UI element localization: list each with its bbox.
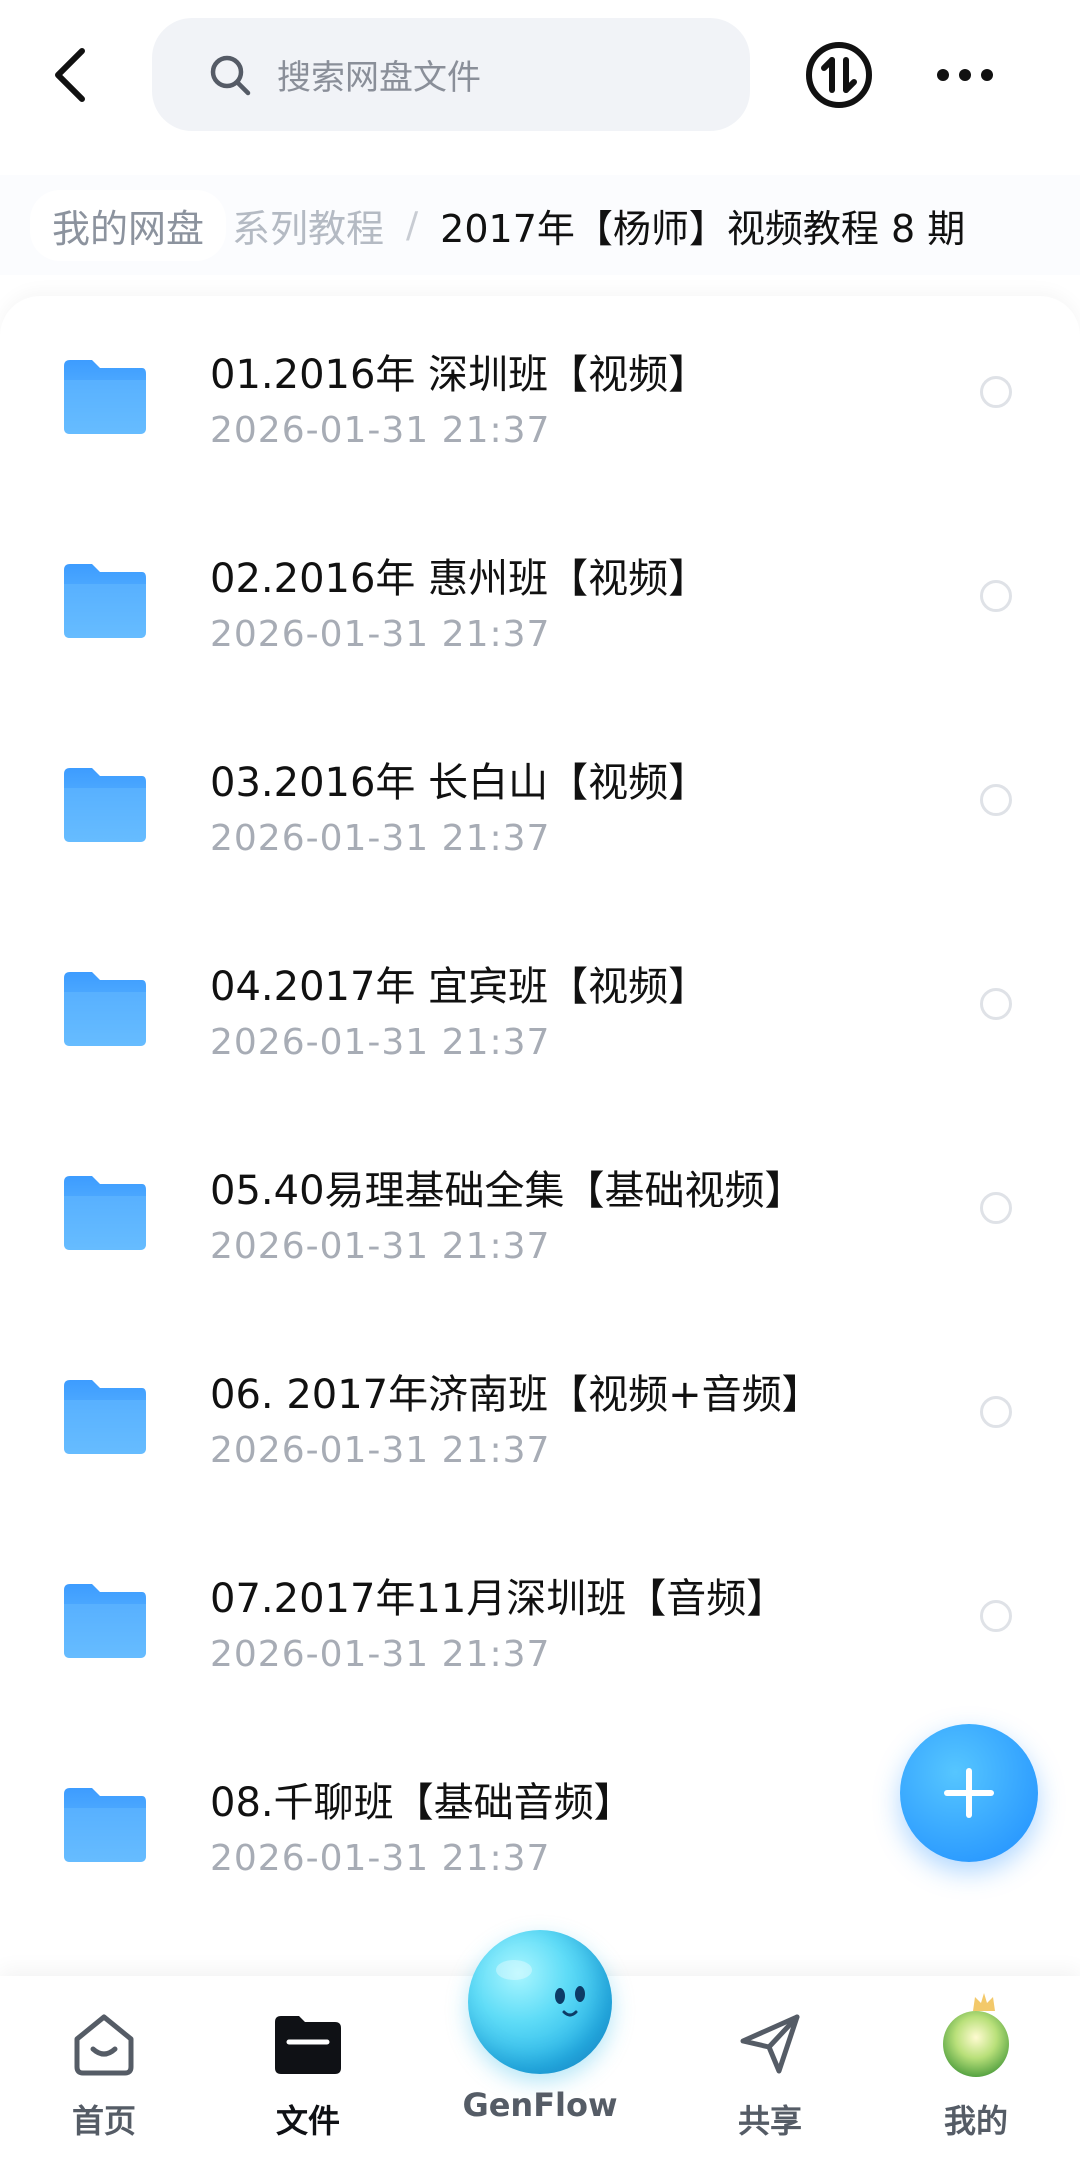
file-date: 2026-01-31 21:37 — [210, 614, 551, 655]
genflow-mascot-icon — [496, 1960, 585, 2017]
list-item[interactable]: 04.2017年 宜宾班【视频】 2026-01-31 21:37 — [0, 908, 1080, 1112]
file-name: 08.千聊班【基础音频】 — [210, 1780, 634, 1826]
folder-icon — [64, 564, 146, 638]
select-checkbox[interactable] — [980, 1600, 1012, 1632]
search-placeholder: 搜索网盘文件 — [277, 58, 481, 98]
chevron-left-icon — [55, 48, 85, 102]
file-name: 02.2016年 惠州班【视频】 — [210, 556, 709, 602]
more-button[interactable] — [920, 36, 1010, 114]
file-name: 06. 2017年济南班【视频+音频】 — [210, 1372, 822, 1418]
more-icon — [937, 69, 993, 81]
nav-genflow-label: GenFlow — [462, 2086, 618, 2124]
file-date: 2026-01-31 21:37 — [210, 410, 551, 451]
folder-icon — [64, 1380, 146, 1454]
nav-files-label: 文件 — [275, 2102, 340, 2140]
file-date: 2026-01-31 21:37 — [210, 1634, 551, 1675]
file-date: 2026-01-31 21:37 — [210, 1838, 551, 1879]
plus-icon — [944, 1768, 994, 1818]
file-name: 01.2016年 深圳班【视频】 — [210, 352, 709, 398]
folder-nav-icon — [275, 2016, 341, 2074]
transfer-button[interactable] — [800, 36, 878, 114]
folder-icon — [64, 1788, 146, 1862]
list-item[interactable]: 03.2016年 长白山【视频】 2026-01-31 21:37 — [0, 704, 1080, 908]
file-date: 2026-01-31 21:37 — [210, 1430, 551, 1471]
transfer-icon — [806, 42, 872, 108]
breadcrumb-root[interactable]: 我的网盘 — [30, 189, 227, 261]
file-date: 2026-01-31 21:37 — [210, 1226, 551, 1267]
select-checkbox[interactable] — [980, 1192, 1012, 1224]
breadcrumb-separator: / — [406, 204, 419, 246]
search-input[interactable]: 搜索网盘文件 — [152, 18, 750, 131]
nav-home-label: 首页 — [71, 2102, 136, 2140]
search-icon — [210, 55, 251, 95]
nav-share[interactable]: 共享 — [690, 2006, 850, 2146]
select-checkbox[interactable] — [980, 784, 1012, 816]
add-button[interactable] — [900, 1724, 1038, 1862]
crown-icon — [973, 1993, 995, 2011]
file-list: 01.2016年 深圳班【视频】 2026-01-31 21:37 02.201… — [0, 296, 1080, 1976]
folder-icon — [64, 360, 146, 434]
home-icon — [74, 2014, 134, 2076]
file-name: 07.2017年11月深圳班【音频】 — [210, 1576, 787, 1622]
folder-icon — [64, 1584, 146, 1658]
select-checkbox[interactable] — [980, 376, 1012, 408]
list-item[interactable]: 05.40易理基础全集【基础视频】 2026-01-31 21:37 — [0, 1112, 1080, 1316]
back-button[interactable] — [30, 30, 110, 120]
nav-mine-label: 我的 — [943, 2102, 1008, 2140]
breadcrumb: 我的网盘 系列教程 / 2017年【杨师】视频教程 8 期 — [0, 175, 1080, 275]
select-checkbox[interactable] — [980, 988, 1012, 1020]
folder-icon — [64, 1176, 146, 1250]
file-date: 2026-01-31 21:37 — [210, 1022, 551, 1063]
select-checkbox[interactable] — [980, 1396, 1012, 1428]
folder-icon — [64, 768, 146, 842]
send-icon — [740, 2014, 800, 2074]
nav-files[interactable]: 文件 — [228, 2006, 388, 2146]
list-item[interactable]: 06. 2017年济南班【视频+音频】 2026-01-31 21:37 — [0, 1316, 1080, 1520]
breadcrumb-parent[interactable]: 系列教程 — [232, 198, 384, 253]
nav-home[interactable]: 首页 — [24, 2006, 184, 2146]
file-name: 04.2017年 宜宾班【视频】 — [210, 964, 709, 1010]
genflow-button[interactable] — [468, 1930, 612, 2074]
file-date: 2026-01-31 21:37 — [210, 818, 551, 859]
select-checkbox[interactable] — [980, 580, 1012, 612]
top-bar: 搜索网盘文件 — [0, 0, 1080, 150]
list-item[interactable]: 01.2016年 深圳班【视频】 2026-01-31 21:37 — [0, 296, 1080, 500]
avatar — [943, 1993, 1009, 2077]
nav-share-label: 共享 — [737, 2102, 802, 2140]
list-item[interactable]: 07.2017年11月深圳班【音频】 2026-01-31 21:37 — [0, 1520, 1080, 1724]
file-name: 05.40易理基础全集【基础视频】 — [210, 1168, 805, 1214]
breadcrumb-current: 2017年【杨师】视频教程 8 期 — [440, 206, 966, 251]
nav-mine[interactable]: 我的 — [896, 1993, 1056, 2146]
folder-icon — [64, 972, 146, 1046]
list-item[interactable]: 02.2016年 惠州班【视频】 2026-01-31 21:37 — [0, 500, 1080, 704]
file-name: 03.2016年 长白山【视频】 — [210, 760, 709, 806]
